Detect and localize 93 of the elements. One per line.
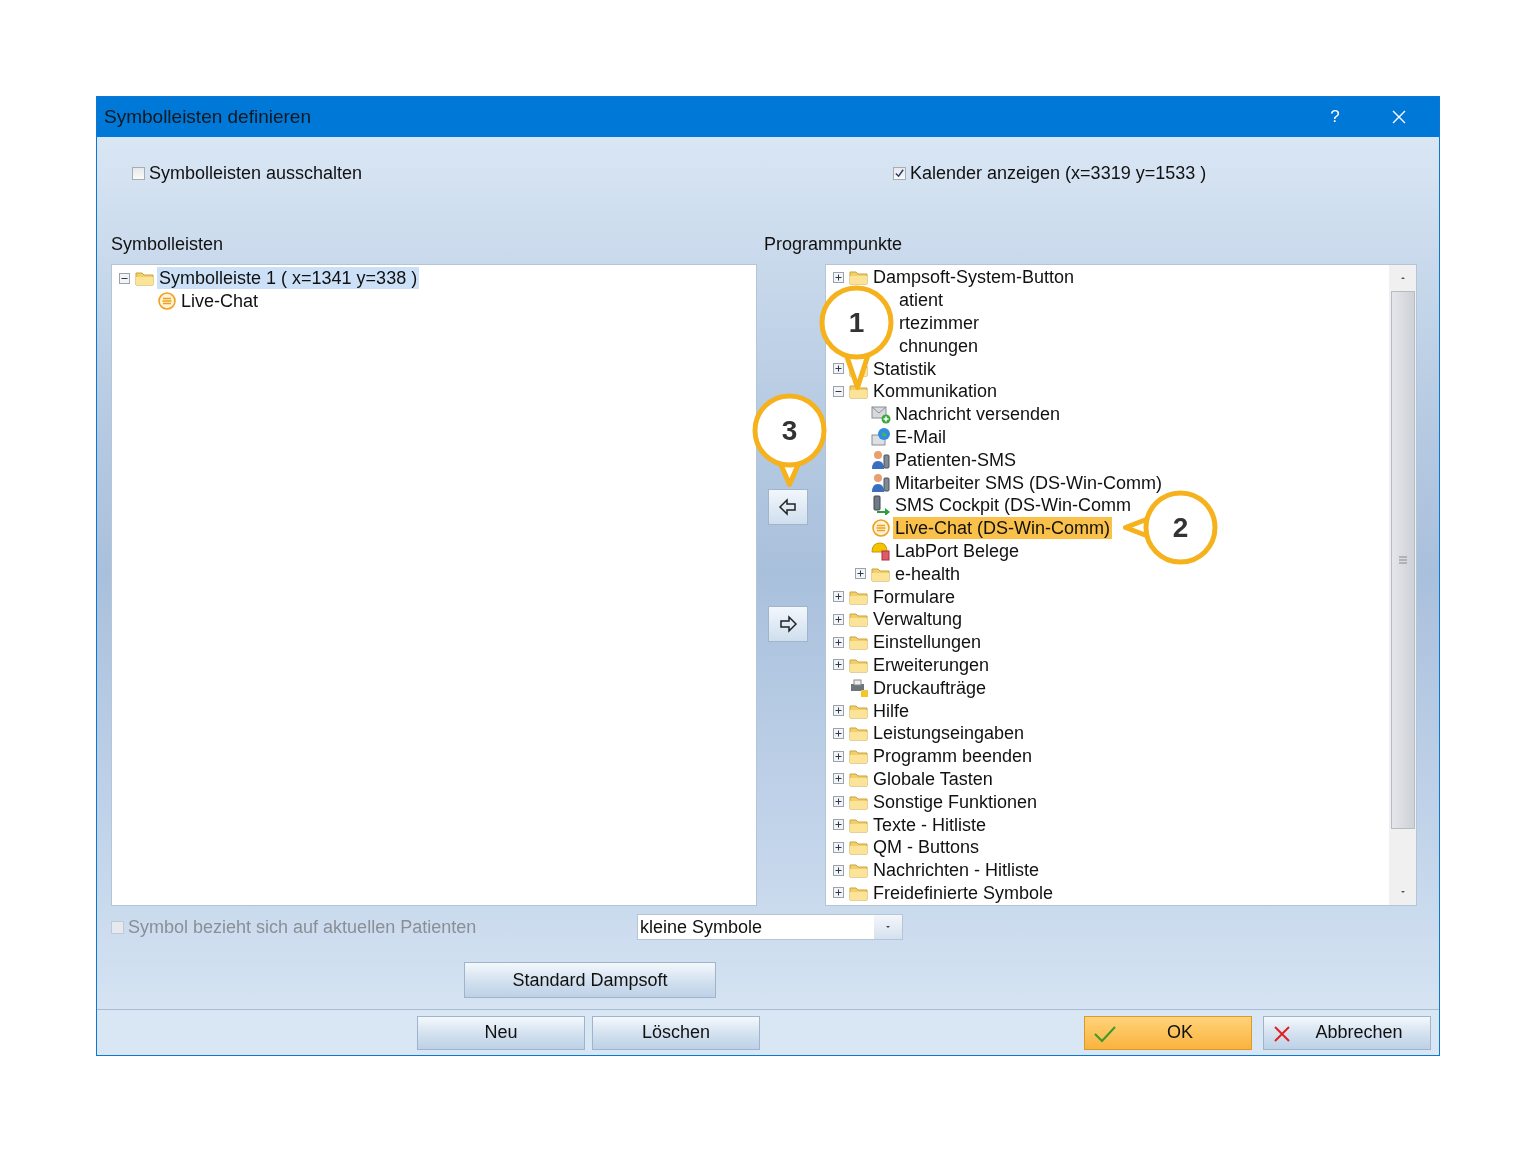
expand-toggle[interactable] (833, 773, 844, 785)
printer-icon (849, 677, 869, 698)
section-heading: Programmpunkte (764, 234, 904, 256)
close-icon (1392, 110, 1406, 124)
cross-icon (1272, 1023, 1292, 1044)
expand-toggle[interactable] (855, 568, 866, 580)
tree-item[interactable]: rtezimmer (897, 312, 981, 334)
expand-toggle[interactable] (833, 659, 844, 671)
folder-icon (849, 268, 869, 287)
envelope-plus-icon (871, 404, 891, 425)
checkbox-label: Symbol bezieht sich auf aktuellen Patienten (128, 916, 477, 938)
folder-icon (849, 610, 869, 629)
tree-item[interactable]: chnungen (897, 334, 981, 357)
folder-icon (849, 861, 869, 880)
expand-toggle[interactable] (833, 705, 844, 717)
collapse-toggle[interactable] (833, 385, 844, 397)
tree-item[interactable]: Formulare (871, 585, 958, 608)
right-arrow-icon (778, 614, 798, 634)
person-phone-icon (871, 472, 891, 493)
remove-button[interactable] (768, 606, 808, 642)
expand-toggle[interactable] (833, 363, 844, 375)
tree-item[interactable]: Dampsoft-System-Button (871, 266, 1077, 289)
scroll-down-icon[interactable] (1400, 891, 1405, 893)
tree-item[interactable]: Live-Chat (179, 290, 261, 313)
standard-button[interactable]: Standard Dampsoft (464, 962, 716, 998)
cancel-button[interactable]: Abbrechen (1263, 1015, 1431, 1050)
left-arrow-icon (778, 497, 798, 517)
expand-toggle[interactable] (833, 271, 844, 283)
help-button[interactable]: ? (1303, 97, 1367, 137)
expand-toggle[interactable] (833, 636, 844, 648)
expand-toggle[interactable] (833, 841, 844, 853)
tree-item[interactable]: Erweiterungen (871, 653, 992, 676)
tree-item[interactable]: Nachricht versenden (893, 403, 1063, 426)
tree-item[interactable]: Mitarbeiter SMS (DS-Win-Comm) (893, 471, 1164, 494)
section-heading: Symbolleisten (111, 234, 225, 256)
folder-icon (849, 747, 869, 766)
expand-toggle[interactable] (833, 750, 844, 762)
expand-toggle[interactable] (833, 796, 844, 808)
tree-item[interactable]: Programm beenden (871, 745, 1035, 768)
checkbox[interactable] (132, 166, 145, 180)
tree-item[interactable]: atient (897, 289, 946, 312)
tree-item[interactable]: Kommunikation (871, 380, 1000, 403)
scrollbar[interactable] (1389, 265, 1416, 905)
expand-toggle[interactable] (833, 591, 844, 603)
person-phone-icon (871, 449, 891, 470)
expand-toggle[interactable] (833, 727, 844, 739)
tree-item[interactable]: Leistungseingaben (871, 722, 1027, 745)
helmet-document-icon (871, 540, 891, 561)
phone-arrow-icon (871, 495, 891, 516)
tree-item[interactable]: Druckaufträge (871, 676, 989, 699)
tree-item[interactable]: Nachrichten - Hitliste (871, 859, 1042, 882)
checkbox-label: Symbolleisten ausschalten (149, 162, 363, 184)
folder-icon (135, 269, 155, 288)
window-title: Symbolleisten definieren (104, 106, 312, 128)
folder-icon (849, 382, 869, 401)
folder-icon (849, 724, 869, 743)
tree-item[interactable]: Sonstige Funktionen (871, 790, 1040, 813)
checkbox-label: Kalender anzeigen (x=3319 y=1533 ) (910, 162, 1207, 184)
tree-item[interactable]: e-health (893, 562, 963, 585)
caret-icon (886, 926, 890, 928)
tree-item[interactable]: Verwaltung (871, 608, 965, 631)
collapse-toggle[interactable] (119, 272, 130, 284)
tree-item[interactable]: Globale Tasten (871, 767, 995, 790)
folder-icon (849, 633, 869, 652)
tree-item[interactable]: Einstellungen (871, 631, 984, 654)
dialog-button[interactable]: Löschen (592, 1015, 760, 1050)
add-button[interactable] (768, 489, 808, 525)
numbered-callout: 3 (752, 393, 827, 488)
expand-toggle[interactable] (833, 819, 844, 830)
tree-item[interactable]: Statistik (871, 357, 939, 380)
expand-toggle[interactable] (833, 887, 844, 899)
scroll-up-icon[interactable] (1400, 277, 1405, 279)
tree-item[interactable]: E-Mail (893, 425, 948, 448)
tree-item[interactable]: LabPort Belege (893, 539, 1022, 562)
tree-item[interactable]: Hilfe (871, 699, 911, 722)
checkbox[interactable] (893, 166, 906, 180)
tree-item[interactable]: Live-Chat (DS-Win-Comm) (893, 517, 1112, 540)
grip-icon[interactable] (1397, 556, 1408, 564)
folder-icon (849, 838, 869, 857)
size-dropdown[interactable]: kleine Symbole (637, 914, 903, 940)
tree-item[interactable]: Freidefinierte Symbole (871, 881, 1056, 904)
ok-button[interactable]: OK (1084, 1015, 1252, 1050)
tree-item[interactable]: Texte - Hitliste (871, 813, 989, 836)
tree-item[interactable]: Patienten-SMS (893, 448, 1019, 471)
expand-toggle[interactable] (833, 864, 844, 876)
globe-envelope-icon (871, 426, 891, 447)
chat-icon (871, 518, 891, 539)
tree-item[interactable]: QM - Buttons (871, 836, 982, 859)
tree-item[interactable]: SMS Cockpit (DS-Win-Comm (893, 494, 1133, 517)
tree-item[interactable]: Symbolleiste 1 ( x=1341 y=338 ) (157, 267, 420, 290)
expand-toggle[interactable] (833, 613, 844, 625)
chat-icon (157, 291, 177, 312)
dialog-button[interactable]: Neu (417, 1015, 585, 1050)
